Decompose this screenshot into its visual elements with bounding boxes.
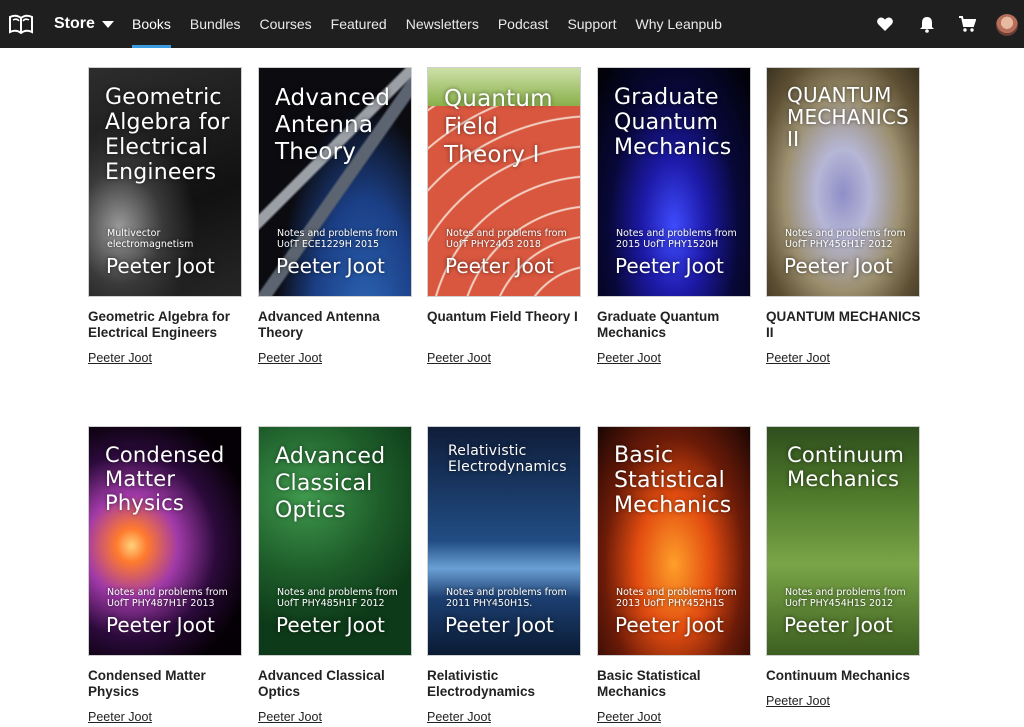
book-author[interactable]: Peeter Joot [427, 351, 491, 365]
cover-subtitle: Notes and problems from 2015 UofT PHY152… [616, 228, 737, 250]
cover-subtitle: Notes and problems from UofT PHY456H1F 2… [785, 228, 906, 250]
book-author[interactable]: Peeter Joot [766, 351, 830, 365]
cover-author: Peeter Joot [106, 254, 215, 278]
nav-link-podcast[interactable]: Podcast [498, 0, 549, 48]
cover-subtitle: Notes and problems from 2013 UofT PHY452… [616, 587, 737, 609]
book-author[interactable]: Peeter Joot [766, 694, 830, 708]
avatar[interactable] [996, 14, 1018, 36]
book-cover[interactable]: Geometric Algebra for Electrical Enginee… [88, 67, 242, 297]
book-author[interactable]: Peeter Joot [88, 710, 152, 724]
cover-title: Advanced Antenna Theory [275, 85, 391, 165]
book-cover[interactable]: Advanced Antenna Theory Notes and proble… [258, 67, 412, 297]
book-title[interactable]: Continuum Mechanics [766, 668, 928, 684]
cover-title: Continuum Mechanics [787, 443, 905, 491]
book-cover[interactable]: Condensed Matter Physics Notes and probl… [88, 426, 242, 656]
book-cover[interactable]: QUANTUM MECHANICS II Notes and problems … [766, 67, 920, 297]
book-author[interactable]: Peeter Joot [597, 351, 661, 365]
cover-subtitle: Notes and problems from UofT ECE1229H 20… [277, 228, 398, 250]
cover-author: Peeter Joot [276, 254, 385, 278]
book-author[interactable]: Peeter Joot [597, 710, 661, 724]
cover-title: Relativistic Electrodynamics [448, 443, 567, 475]
heart-icon[interactable] [876, 15, 894, 33]
nav-link-why-leanpub[interactable]: Why Leanpub [635, 0, 721, 48]
bell-icon[interactable] [918, 15, 936, 33]
cover-subtitle: Notes and problems from 2011 PHY450H1S. [446, 587, 567, 609]
nav-link-books[interactable]: Books [132, 0, 171, 48]
book-cover[interactable]: Continuum Mechanics Notes and problems f… [766, 426, 920, 656]
cover-title: Basic Statistical Mechanics [614, 443, 732, 518]
nav-link-featured[interactable]: Featured [331, 0, 387, 48]
store-menu[interactable]: Store [54, 0, 114, 48]
book-title[interactable]: Advanced Classical Optics [258, 668, 420, 700]
nav-link-courses[interactable]: Courses [260, 0, 312, 48]
chevron-down-icon [101, 20, 114, 28]
cover-author: Peeter Joot [276, 613, 385, 637]
cover-author: Peeter Joot [615, 613, 724, 637]
book-title[interactable]: Relativistic Electrodynamics [427, 668, 589, 700]
cover-author: Peeter Joot [615, 254, 724, 278]
book-title[interactable]: Basic Statistical Mechanics [597, 668, 759, 700]
cover-title: Quantum Field Theory I [444, 86, 553, 168]
book-cover[interactable]: Quantum Field Theory I Notes and problem… [427, 67, 581, 297]
cover-title: Graduate Quantum Mechanics [614, 85, 732, 160]
book-author[interactable]: Peeter Joot [258, 351, 322, 365]
store-label: Store [54, 15, 95, 32]
book-cover[interactable]: Graduate Quantum Mechanics Notes and pro… [597, 67, 751, 297]
book-title[interactable]: Geometric Algebra for Electrical Enginee… [88, 309, 250, 341]
cover-subtitle: Notes and problems from UofT PHY454H1S 2… [785, 587, 906, 609]
book-author[interactable]: Peeter Joot [258, 710, 322, 724]
book-title[interactable]: Quantum Field Theory I [427, 309, 589, 325]
book-title[interactable]: Graduate Quantum Mechanics [597, 309, 759, 341]
book-author[interactable]: Peeter Joot [88, 351, 152, 365]
cover-author: Peeter Joot [784, 254, 893, 278]
book-author[interactable]: Peeter Joot [427, 710, 491, 724]
cover-subtitle: Notes and problems from UofT PHY487H1F 2… [107, 587, 228, 609]
cover-title: Condensed Matter Physics [105, 443, 225, 515]
book-title[interactable]: Advanced Antenna Theory [258, 309, 420, 341]
cover-title: Advanced Classical Optics [275, 444, 386, 523]
cover-author: Peeter Joot [445, 254, 554, 278]
nav-link-newsletters[interactable]: Newsletters [406, 0, 479, 48]
book-title[interactable]: QUANTUM MECHANICS II [766, 309, 928, 341]
cover-title: Geometric Algebra for Electrical Enginee… [105, 85, 230, 185]
book-title[interactable]: Condensed Matter Physics [88, 668, 250, 700]
cover-author: Peeter Joot [784, 613, 893, 637]
top-nav: Store Books Bundles Courses Featured New… [0, 0, 1024, 48]
cover-author: Peeter Joot [106, 613, 215, 637]
book-cover[interactable]: Relativistic Electrodynamics Notes and p… [427, 426, 581, 656]
cart-icon[interactable] [958, 15, 976, 33]
nav-links: Books Bundles Courses Featured Newslette… [132, 0, 741, 48]
nav-link-bundles[interactable]: Bundles [190, 0, 241, 48]
nav-link-support[interactable]: Support [567, 0, 616, 48]
cover-subtitle: Notes and problems from UofT PHY485H1F 2… [277, 587, 398, 609]
cover-subtitle: Multivector electromagnetism [107, 228, 194, 250]
book-cover[interactable]: Advanced Classical Optics Notes and prob… [258, 426, 412, 656]
cover-subtitle: Notes and problems from UofT PHY2403 201… [446, 228, 567, 250]
cover-title: QUANTUM MECHANICS II [787, 83, 909, 151]
cover-author: Peeter Joot [445, 613, 554, 637]
book-cover[interactable]: Basic Statistical Mechanics Notes and pr… [597, 426, 751, 656]
leanpub-logo-icon[interactable] [8, 12, 34, 36]
